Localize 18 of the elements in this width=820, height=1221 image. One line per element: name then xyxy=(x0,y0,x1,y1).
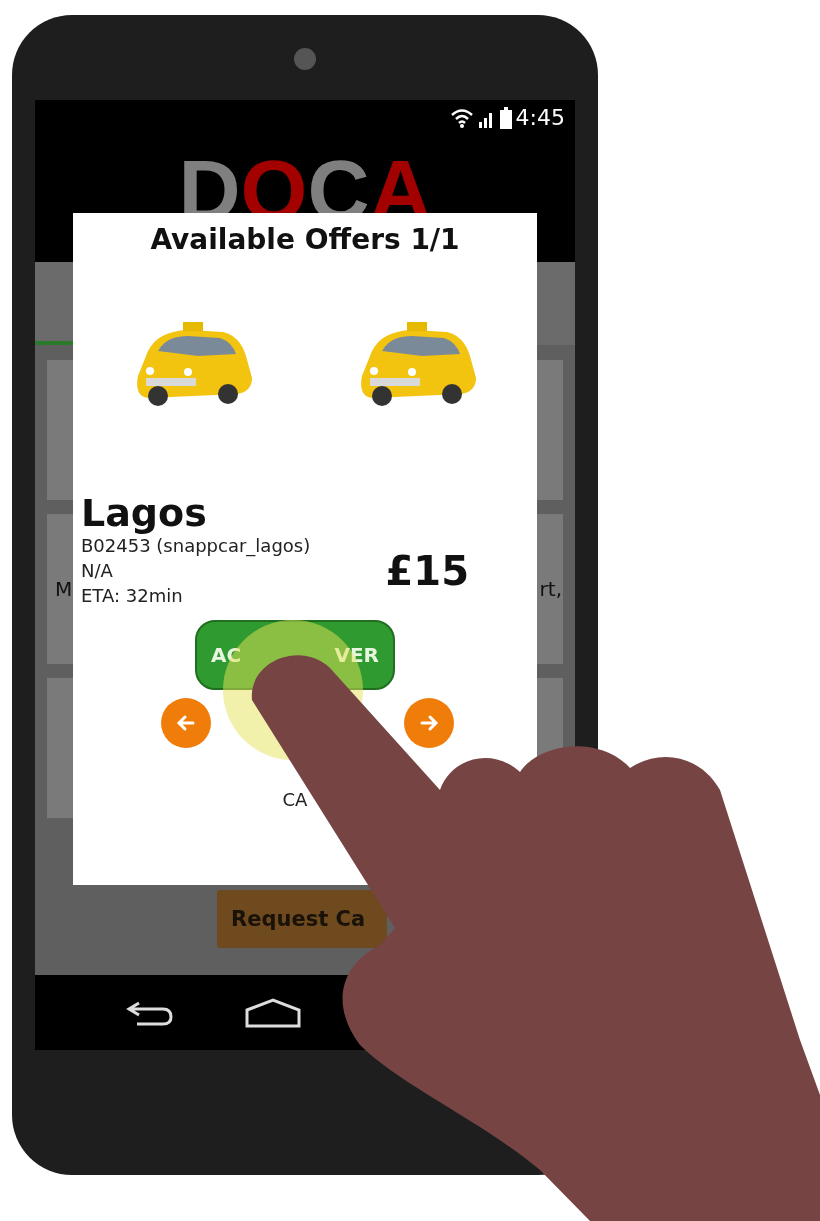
right-arrow-icon xyxy=(419,713,439,733)
card-text: rt, xyxy=(539,577,562,601)
request-button[interactable]: Request Ca xyxy=(217,890,387,948)
cancel-button[interactable]: CA xyxy=(276,788,314,811)
card-text: M xyxy=(55,577,73,601)
offer-detail: N/A xyxy=(81,560,114,581)
next-button[interactable] xyxy=(404,698,454,748)
previous-button[interactable] xyxy=(161,698,211,748)
status-time: 4:45 xyxy=(515,105,565,130)
city-name: Lagos xyxy=(81,491,208,535)
wifi-icon xyxy=(449,107,474,128)
home-icon[interactable] xyxy=(245,997,301,1028)
offer-detail: ETA: 32min xyxy=(81,585,184,606)
camera-icon xyxy=(294,48,316,70)
battery-icon xyxy=(499,106,512,129)
offer-detail: B02453 (snappcar_lagos) xyxy=(81,535,311,556)
offer-price: £15 xyxy=(385,547,469,594)
left-arrow-icon xyxy=(176,713,196,733)
